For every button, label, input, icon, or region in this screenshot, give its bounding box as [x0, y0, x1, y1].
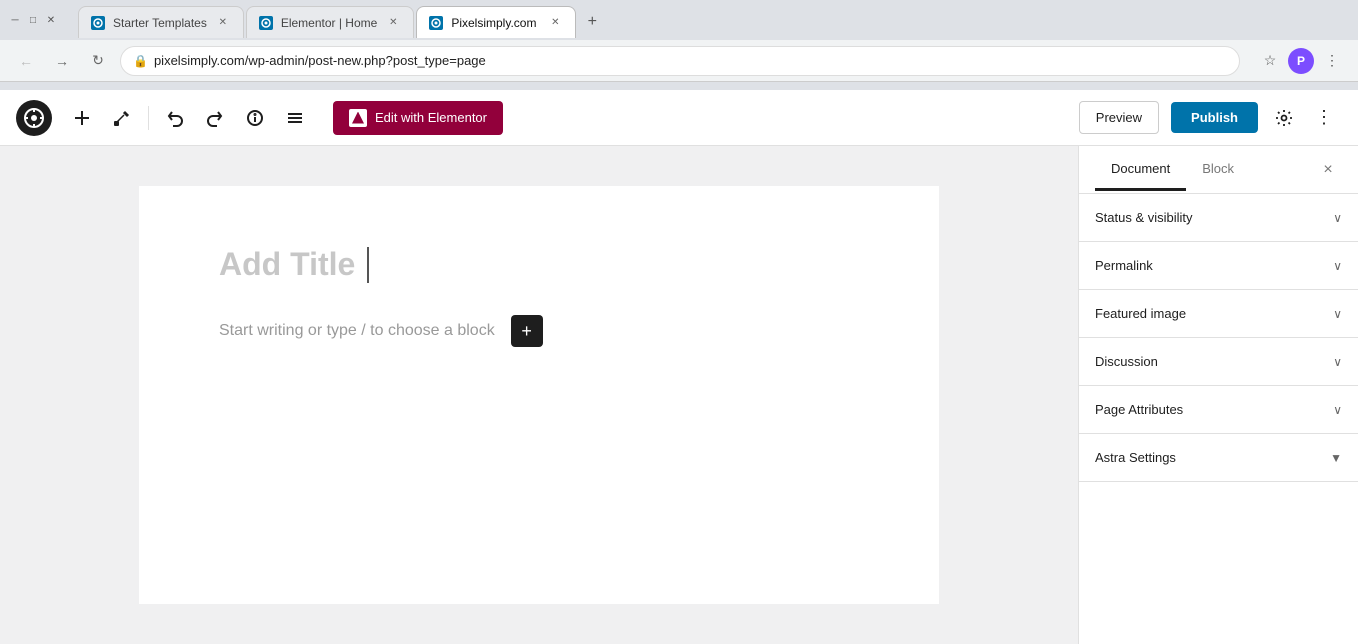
tabs-row: Starter Templates ✕ Elementor | Home ✕ P… [70, 2, 614, 38]
featured-image-chevron: ∨ [1333, 307, 1342, 321]
discussion-section: Discussion ∨ [1079, 338, 1358, 386]
address-bar-row: ← → ↻ 🔒 pixelsimply.com/wp-admin/post-ne… [0, 40, 1358, 82]
featured-image-label: Featured image [1095, 306, 1186, 321]
window-controls: ─ □ ✕ [8, 13, 58, 27]
browser-chrome: ─ □ ✕ Starter Templates ✕ Elementor | Ho… [0, 0, 1358, 90]
page-attributes-header[interactable]: Page Attributes ∨ [1079, 386, 1358, 433]
sidebar-close-button[interactable]: × [1314, 156, 1342, 184]
back-button[interactable]: ← [12, 47, 40, 75]
page-title-input[interactable]: Add Title [219, 246, 859, 283]
editor-content: Add Title Start writing or type / to cho… [139, 186, 939, 604]
address-bar[interactable]: 🔒 pixelsimply.com/wp-admin/post-new.php?… [120, 46, 1240, 76]
astra-settings-label: Astra Settings [1095, 450, 1176, 465]
page-attributes-label: Page Attributes [1095, 402, 1183, 417]
title-placeholder-text: Add Title [219, 246, 355, 283]
document-settings-button[interactable] [1266, 100, 1302, 136]
more-options-button[interactable]: ⋮ [1306, 100, 1342, 136]
list-view-button[interactable] [277, 100, 313, 136]
minimize-button[interactable]: ─ [8, 13, 22, 27]
main-editing-area[interactable]: Add Title Start writing or type / to cho… [0, 146, 1078, 644]
tab-title-1: Starter Templates [113, 16, 207, 30]
wp-editor: Edit with Elementor Preview Publish ⋮ Ad… [0, 90, 1358, 644]
right-sidebar: Document Block × Status & visibility ∨ [1078, 146, 1358, 644]
wp-logo[interactable] [16, 100, 52, 136]
tools-button[interactable] [104, 100, 140, 136]
tab-title-3: Pixelsimply.com [451, 16, 536, 30]
tab-favicon-3 [429, 16, 443, 30]
block-placeholder-text: Start writing or type / to choose a bloc… [219, 322, 495, 340]
status-visibility-chevron: ∨ [1333, 211, 1342, 225]
undo-button[interactable] [157, 100, 193, 136]
browser-actions: ☆ P ⋮ [1256, 47, 1346, 75]
discussion-header[interactable]: Discussion ∨ [1079, 338, 1358, 385]
status-visibility-label: Status & visibility [1095, 210, 1193, 225]
address-text: pixelsimply.com/wp-admin/post-new.php?po… [154, 53, 486, 68]
tab-title-2: Elementor | Home [281, 16, 378, 30]
wp-toolbar: Edit with Elementor Preview Publish ⋮ [0, 90, 1358, 146]
new-tab-button[interactable]: + [578, 8, 606, 36]
document-tab[interactable]: Document [1095, 149, 1186, 191]
add-block-button[interactable]: + [511, 315, 543, 347]
info-button[interactable] [237, 100, 273, 136]
discussion-label: Discussion [1095, 354, 1158, 369]
astra-settings-section: Astra Settings ▼ [1079, 434, 1358, 482]
status-visibility-section: Status & visibility ∨ [1079, 194, 1358, 242]
block-tab[interactable]: Block [1186, 149, 1250, 191]
elementor-icon [349, 109, 367, 127]
reload-button[interactable]: ↻ [84, 47, 112, 75]
preview-button[interactable]: Preview [1079, 101, 1159, 134]
close-window-button[interactable]: ✕ [44, 13, 58, 27]
browser-tab-elementor[interactable]: Elementor | Home ✕ [246, 6, 415, 38]
astra-settings-header[interactable]: Astra Settings ▼ [1079, 434, 1358, 481]
forward-button[interactable]: → [48, 47, 76, 75]
tab-close-3[interactable]: ✕ [547, 15, 563, 31]
browser-tab-starter-templates[interactable]: Starter Templates ✕ [78, 6, 244, 38]
add-block-toolbar-button[interactable] [64, 100, 100, 136]
page-attributes-chevron: ∨ [1333, 403, 1342, 417]
browser-tab-pixelsimply[interactable]: Pixelsimply.com ✕ [416, 6, 576, 38]
lock-icon: 🔒 [133, 54, 148, 68]
featured-image-section: Featured image ∨ [1079, 290, 1358, 338]
sidebar-sections: Status & visibility ∨ Permalink ∨ Featur… [1079, 194, 1358, 644]
elementor-button-label: Edit with Elementor [375, 110, 487, 125]
sidebar-header: Document Block × [1079, 146, 1358, 194]
editor-body: Add Title Start writing or type / to cho… [0, 146, 1358, 644]
tab-favicon-1 [91, 16, 105, 30]
permalink-section: Permalink ∨ [1079, 242, 1358, 290]
featured-image-header[interactable]: Featured image ∨ [1079, 290, 1358, 337]
tab-favicon-2 [259, 16, 273, 30]
browser-titlebar: ─ □ ✕ Starter Templates ✕ Elementor | Ho… [0, 0, 1358, 40]
bookmark-button[interactable]: ☆ [1256, 47, 1284, 75]
page-attributes-section: Page Attributes ∨ [1079, 386, 1358, 434]
discussion-chevron: ∨ [1333, 355, 1342, 369]
block-placeholder[interactable]: Start writing or type / to choose a bloc… [219, 315, 859, 347]
text-cursor [367, 247, 369, 283]
redo-button[interactable] [197, 100, 233, 136]
tab-close-2[interactable]: ✕ [385, 15, 401, 31]
permalink-label: Permalink [1095, 258, 1153, 273]
profile-avatar[interactable]: P [1288, 48, 1314, 74]
toolbar-divider-1 [148, 106, 149, 130]
browser-menu-button[interactable]: ⋮ [1318, 47, 1346, 75]
maximize-button[interactable]: □ [26, 13, 40, 27]
elementor-logo [352, 112, 364, 124]
publish-button[interactable]: Publish [1171, 102, 1258, 133]
permalink-chevron: ∨ [1333, 259, 1342, 273]
astra-settings-chevron: ▼ [1330, 451, 1342, 465]
status-visibility-header[interactable]: Status & visibility ∨ [1079, 194, 1358, 241]
edit-with-elementor-button[interactable]: Edit with Elementor [333, 101, 503, 135]
tab-close-1[interactable]: ✕ [215, 15, 231, 31]
permalink-header[interactable]: Permalink ∨ [1079, 242, 1358, 289]
